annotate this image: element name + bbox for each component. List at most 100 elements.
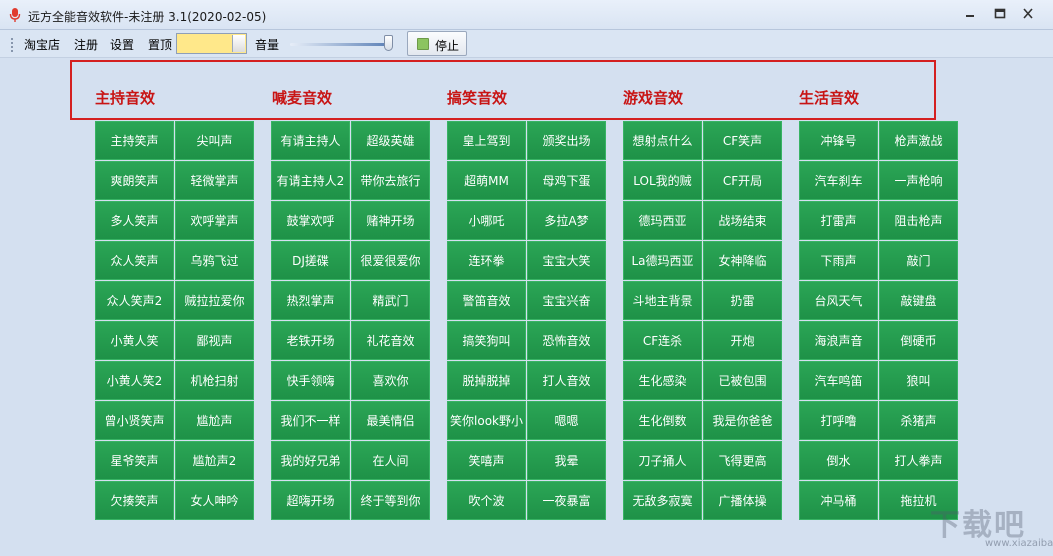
sound-button[interactable]: 快手领嗨 xyxy=(271,361,350,400)
sound-button[interactable]: 阻击枪声 xyxy=(879,201,958,240)
sound-button[interactable]: 超嗨开场 xyxy=(271,481,350,520)
sound-button[interactable]: 我的好兄弟 xyxy=(271,441,350,480)
sound-button[interactable]: 最美情侣 xyxy=(351,401,430,440)
sound-button[interactable]: 热烈掌声 xyxy=(271,281,350,320)
sound-button[interactable]: CF连杀 xyxy=(623,321,702,360)
volume-slider[interactable] xyxy=(290,34,400,54)
sound-button[interactable]: 宝宝兴奋 xyxy=(527,281,606,320)
sound-button[interactable]: 搞笑狗叫 xyxy=(447,321,526,360)
sound-button[interactable]: 打人拳声 xyxy=(879,441,958,480)
menu-register[interactable]: 注册 xyxy=(74,36,98,53)
sound-button[interactable]: 多拉A梦 xyxy=(527,201,606,240)
sound-button[interactable]: 小黄人笑2 xyxy=(95,361,174,400)
sound-button[interactable]: 打呼噜 xyxy=(799,401,878,440)
sound-button[interactable]: 飞得更高 xyxy=(703,441,782,480)
sound-button[interactable]: 海浪声音 xyxy=(799,321,878,360)
sound-button[interactable]: 尴尬声 xyxy=(175,401,254,440)
sound-button[interactable]: 我们不一样 xyxy=(271,401,350,440)
sound-button[interactable]: 有请主持人 xyxy=(271,121,350,160)
sound-button[interactable]: 敲键盘 xyxy=(879,281,958,320)
sound-button[interactable]: 杀猪声 xyxy=(879,401,958,440)
sound-button[interactable]: 欠揍笑声 xyxy=(95,481,174,520)
sound-button[interactable]: 有请主持人2 xyxy=(271,161,350,200)
sound-button[interactable]: 多人笑声 xyxy=(95,201,174,240)
sound-button[interactable]: 嗯嗯 xyxy=(527,401,606,440)
sound-button[interactable]: 冲马桶 xyxy=(799,481,878,520)
maximize-icon[interactable] xyxy=(990,6,1010,22)
sound-button[interactable]: 连环拳 xyxy=(447,241,526,280)
sound-button[interactable]: 皇上驾到 xyxy=(447,121,526,160)
sound-button[interactable]: CF开局 xyxy=(703,161,782,200)
sound-button[interactable]: 主持笑声 xyxy=(95,121,174,160)
sound-button[interactable]: 脱掉脱掉 xyxy=(447,361,526,400)
sound-button[interactable]: 曾小贤笑声 xyxy=(95,401,174,440)
pin-top-toggle[interactable] xyxy=(176,33,247,54)
sound-button[interactable]: 小哪吒 xyxy=(447,201,526,240)
sound-button[interactable]: 很爱很爱你 xyxy=(351,241,430,280)
sound-button[interactable]: 打雷声 xyxy=(799,201,878,240)
sound-button[interactable]: 刀子捅人 xyxy=(623,441,702,480)
sound-button[interactable]: 喜欢你 xyxy=(351,361,430,400)
sound-button[interactable]: 吹个波 xyxy=(447,481,526,520)
sound-button[interactable]: 一夜暴富 xyxy=(527,481,606,520)
sound-button[interactable]: 母鸡下蛋 xyxy=(527,161,606,200)
sound-button[interactable]: 狼叫 xyxy=(879,361,958,400)
sound-button[interactable]: 台风天气 xyxy=(799,281,878,320)
sound-button[interactable]: 无敌多寂寞 xyxy=(623,481,702,520)
sound-button[interactable]: 已被包围 xyxy=(703,361,782,400)
sound-button[interactable]: 欢呼掌声 xyxy=(175,201,254,240)
sound-button[interactable]: 战场结束 xyxy=(703,201,782,240)
sound-button[interactable]: 我是你爸爸 xyxy=(703,401,782,440)
sound-button[interactable]: 笑你look野小 xyxy=(447,401,526,440)
sound-button[interactable]: 汽车鸣笛 xyxy=(799,361,878,400)
sound-button[interactable]: 下雨声 xyxy=(799,241,878,280)
sound-button[interactable]: 宝宝大笑 xyxy=(527,241,606,280)
minimize-icon[interactable] xyxy=(960,6,980,22)
sound-button[interactable]: 女神降临 xyxy=(703,241,782,280)
sound-button[interactable]: 女人呻吟 xyxy=(175,481,254,520)
sound-button[interactable]: 一声枪响 xyxy=(879,161,958,200)
sound-button[interactable]: 尴尬声2 xyxy=(175,441,254,480)
sound-button[interactable]: 倒硬币 xyxy=(879,321,958,360)
sound-button[interactable]: 小黄人笑 xyxy=(95,321,174,360)
sound-button[interactable]: 机枪扫射 xyxy=(175,361,254,400)
sound-button[interactable]: 星爷笑声 xyxy=(95,441,174,480)
sound-button[interactable]: 带你去旅行 xyxy=(351,161,430,200)
sound-button[interactable]: 笑嘻声 xyxy=(447,441,526,480)
sound-button[interactable]: La德玛西亚 xyxy=(623,241,702,280)
sound-button[interactable]: 鼓掌欢呼 xyxy=(271,201,350,240)
sound-button[interactable]: 倒水 xyxy=(799,441,878,480)
sound-button[interactable]: 轻微掌声 xyxy=(175,161,254,200)
sound-button[interactable]: 众人笑声 xyxy=(95,241,174,280)
sound-button[interactable]: 警笛音效 xyxy=(447,281,526,320)
menu-taobao-store[interactable]: 淘宝店 xyxy=(24,36,60,53)
sound-button[interactable]: 生化倒数 xyxy=(623,401,702,440)
sound-button[interactable]: 老铁开场 xyxy=(271,321,350,360)
volume-slider-thumb[interactable] xyxy=(384,35,393,51)
sound-button[interactable]: 广播体操 xyxy=(703,481,782,520)
sound-button[interactable]: 生化感染 xyxy=(623,361,702,400)
sound-button[interactable]: 尖叫声 xyxy=(175,121,254,160)
sound-button[interactable]: 赌神开场 xyxy=(351,201,430,240)
sound-button[interactable]: 礼花音效 xyxy=(351,321,430,360)
menu-settings[interactable]: 设置 xyxy=(110,36,134,53)
stop-button[interactable]: 停止 xyxy=(407,31,467,56)
sound-button[interactable]: 开炮 xyxy=(703,321,782,360)
sound-button[interactable]: 冲锋号 xyxy=(799,121,878,160)
sound-button[interactable]: 扔雷 xyxy=(703,281,782,320)
sound-button[interactable]: 德玛西亚 xyxy=(623,201,702,240)
sound-button[interactable]: 斗地主背景 xyxy=(623,281,702,320)
sound-button[interactable]: 汽车刹车 xyxy=(799,161,878,200)
sound-button[interactable]: 精武门 xyxy=(351,281,430,320)
sound-button[interactable]: 恐怖音效 xyxy=(527,321,606,360)
sound-button[interactable]: 枪声激战 xyxy=(879,121,958,160)
sound-button[interactable]: 终于等到你 xyxy=(351,481,430,520)
sound-button[interactable]: 在人间 xyxy=(351,441,430,480)
menu-pin-top[interactable]: 置顶 xyxy=(148,36,172,53)
sound-button[interactable]: 超级英雄 xyxy=(351,121,430,160)
sound-button[interactable]: 超萌MM xyxy=(447,161,526,200)
sound-button[interactable]: LOL我的贼 xyxy=(623,161,702,200)
sound-button[interactable]: 敲门 xyxy=(879,241,958,280)
sound-button[interactable]: 众人笑声2 xyxy=(95,281,174,320)
toolbar-grip-icon[interactable] xyxy=(11,38,13,52)
